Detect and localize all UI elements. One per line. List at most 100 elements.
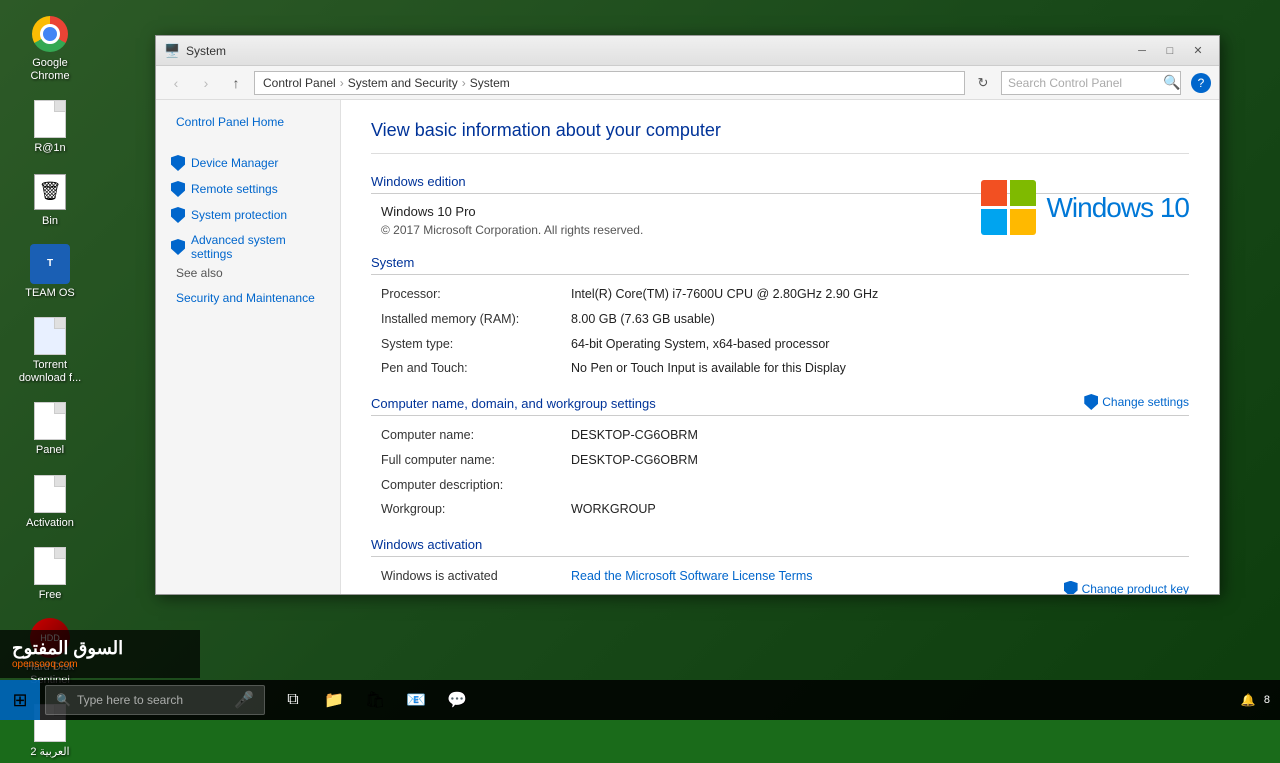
see-also-title: See also xyxy=(176,266,340,280)
workgroup-value: WORKGROUP xyxy=(571,500,656,519)
forward-button[interactable]: › xyxy=(194,71,218,95)
up-button[interactable]: ↑ xyxy=(224,71,248,95)
product-id-label: Product ID: xyxy=(381,592,571,594)
see-also-section: See also Security and Maintenance xyxy=(156,266,340,308)
full-computer-name-row: Full computer name: DESKTOP-CG6OBRM xyxy=(381,451,1189,470)
sidebar-label-remote-settings: Remote settings xyxy=(191,182,278,196)
breadcrumb-systemsecurity: System and Security xyxy=(348,76,458,90)
ram-value: 8.00 GB (7.63 GB usable) xyxy=(571,310,715,329)
content-panel: Windows 10 View basic information about … xyxy=(341,100,1219,594)
back-button[interactable]: ‹ xyxy=(164,71,188,95)
refresh-button[interactable]: ↻ xyxy=(971,71,995,95)
system-info-table: Processor: Intel(R) Core(TM) i7-7600U CP… xyxy=(371,285,1189,378)
change-product-key-button[interactable]: Change product key xyxy=(1064,567,1189,594)
pen-touch-row: Pen and Touch: No Pen or Touch Input is … xyxy=(381,359,1189,378)
main-content: Control Panel Home Device Manager Remote… xyxy=(156,100,1219,594)
system-type-row: System type: 64-bit Operating System, x6… xyxy=(381,335,1189,354)
taskbar-search-input[interactable] xyxy=(77,693,234,707)
computer-name-row: Computer name: DESKTOP-CG6OBRM xyxy=(381,426,1189,445)
maximize-button[interactable]: □ xyxy=(1157,41,1183,61)
windows-logo-text: Windows 10 xyxy=(1046,192,1189,224)
opensooq-sub-text: opensooq.com xyxy=(12,659,123,670)
breadcrumb-system: System xyxy=(470,76,510,90)
taskbar-icon-chat[interactable]: 💬 xyxy=(439,682,475,718)
shield-icon-remote xyxy=(171,181,185,197)
pen-touch-value: No Pen or Touch Input is available for t… xyxy=(571,359,846,378)
computer-desc-label: Computer description: xyxy=(381,476,571,495)
desktop-icon-activation[interactable]: Activation xyxy=(10,470,90,534)
panel-icon-label: Panel xyxy=(36,444,64,457)
bin-icon-label: Bin xyxy=(42,215,58,228)
nav-bar: ‹ › ↑ Control Panel › System and Securit… xyxy=(156,66,1219,100)
system-section-header: System xyxy=(371,255,1189,275)
desktop-icon-teamos[interactable]: T TEAM OS xyxy=(10,240,90,304)
sidebar-label-device-manager: Device Manager xyxy=(191,156,278,170)
desktop-icon-free[interactable]: Free xyxy=(10,542,90,606)
search-bar[interactable]: 🔍 xyxy=(1001,71,1181,95)
minimize-button[interactable]: ─ xyxy=(1129,41,1155,61)
window-controls: ─ □ ✕ xyxy=(1129,41,1211,61)
chrome-icon-label: Google Chrome xyxy=(14,57,86,83)
desktop-icon-panel[interactable]: Panel xyxy=(10,397,90,461)
pen-touch-label: Pen and Touch: xyxy=(381,359,571,378)
teamos-icon-label: TEAM OS xyxy=(25,287,75,300)
taskbar-icon-task-view[interactable]: ⧉ xyxy=(275,682,311,718)
taskbar-icon-mail[interactable]: 📧 xyxy=(398,682,434,718)
security-maintenance-link[interactable]: Security and Maintenance xyxy=(176,288,340,308)
activation-license-link[interactable]: Read the Microsoft Software License Term… xyxy=(571,567,813,586)
taskbar: ⊞ 🔍 🎤 ⧉ 📁 🛍 📧 💬 xyxy=(0,680,1280,720)
computer-section-header: Computer name, domain, and workgroup set… xyxy=(371,396,1189,416)
change-product-key-shield-icon xyxy=(1064,581,1078,594)
change-settings-shield-icon xyxy=(1084,394,1098,410)
sidebar-item-advanced-settings[interactable]: Advanced system settings xyxy=(156,228,340,266)
desktop-icon-chrome[interactable]: Google Chrome xyxy=(10,10,90,87)
page-title: View basic information about your comput… xyxy=(371,120,1189,154)
sidebar-item-system-protection[interactable]: System protection xyxy=(156,202,340,228)
taskbar-search[interactable]: 🔍 🎤 xyxy=(45,685,265,715)
windows-logo: Windows 10 xyxy=(981,180,1189,235)
arabic-icon-label: العربية 2 xyxy=(30,746,69,759)
computer-info-table: Computer name: DESKTOP-CG6OBRM Full comp… xyxy=(371,426,1189,519)
window-title: System xyxy=(186,44,1129,58)
processor-value: Intel(R) Core(TM) i7-7600U CPU @ 2.80GHz… xyxy=(571,285,878,304)
sidebar: Control Panel Home Device Manager Remote… xyxy=(156,100,341,594)
control-panel-home-link[interactable]: Control Panel Home xyxy=(156,110,340,134)
computer-name-label: Computer name: xyxy=(381,426,571,445)
help-button[interactable]: ? xyxy=(1191,73,1211,93)
ram-row: Installed memory (RAM): 8.00 GB (7.63 GB… xyxy=(381,310,1189,329)
activation-section-header: Windows activation xyxy=(371,537,1189,557)
opensooq-logo-text: السوق المفتوح xyxy=(12,638,123,659)
computer-desc-row: Computer description: xyxy=(381,476,1189,495)
processor-row: Processor: Intel(R) Core(TM) i7-7600U CP… xyxy=(381,285,1189,304)
sidebar-label-system-protection: System protection xyxy=(191,208,287,222)
change-settings-button[interactable]: Change settings xyxy=(1084,394,1189,410)
desktop-icon-bin[interactable]: 🗑 Bin xyxy=(10,168,90,232)
activation-info-table: Windows is activated Read the Microsoft … xyxy=(371,567,1189,594)
shield-icon-device xyxy=(171,155,185,171)
start-button[interactable]: ⊞ xyxy=(0,680,40,720)
sidebar-label-advanced-settings: Advanced system settings xyxy=(191,233,325,261)
search-input[interactable] xyxy=(1008,76,1163,90)
processor-label: Processor: xyxy=(381,285,571,304)
activation-icon-label: Activation xyxy=(26,517,74,530)
system-type-label: System type: xyxy=(381,335,571,354)
cortana-icon: 🎤 xyxy=(234,690,254,710)
activation-status-label: Windows is activated xyxy=(381,567,571,586)
taskbar-icon-explorer[interactable]: 📁 xyxy=(316,682,352,718)
windows-flag-icon xyxy=(981,180,1036,235)
breadcrumb[interactable]: Control Panel › System and Security › Sy… xyxy=(254,71,965,95)
desktop-icon-torrent[interactable]: Torrent download f... xyxy=(10,312,90,389)
computer-name-value: DESKTOP-CG6OBRM xyxy=(571,426,698,445)
desktop-icon-r1n[interactable]: R@1n xyxy=(10,95,90,159)
taskbar-search-icon: 🔍 xyxy=(56,693,71,707)
taskbar-clock[interactable]: 8 xyxy=(1264,694,1270,706)
taskbar-icon-store[interactable]: 🛍 xyxy=(357,682,393,718)
sidebar-item-remote-settings[interactable]: Remote settings xyxy=(156,176,340,202)
close-button[interactable]: ✕ xyxy=(1185,41,1211,61)
computer-section-wrapper: Computer name, domain, and workgroup set… xyxy=(371,396,1189,416)
product-id-value: 00331-10000-00001-AA984 xyxy=(571,592,725,594)
ram-label: Installed memory (RAM): xyxy=(381,310,571,329)
full-computer-name-value: DESKTOP-CG6OBRM xyxy=(571,451,698,470)
taskbar-notification-icon[interactable]: 🔔 xyxy=(1241,693,1256,707)
sidebar-item-device-manager[interactable]: Device Manager xyxy=(156,150,340,176)
